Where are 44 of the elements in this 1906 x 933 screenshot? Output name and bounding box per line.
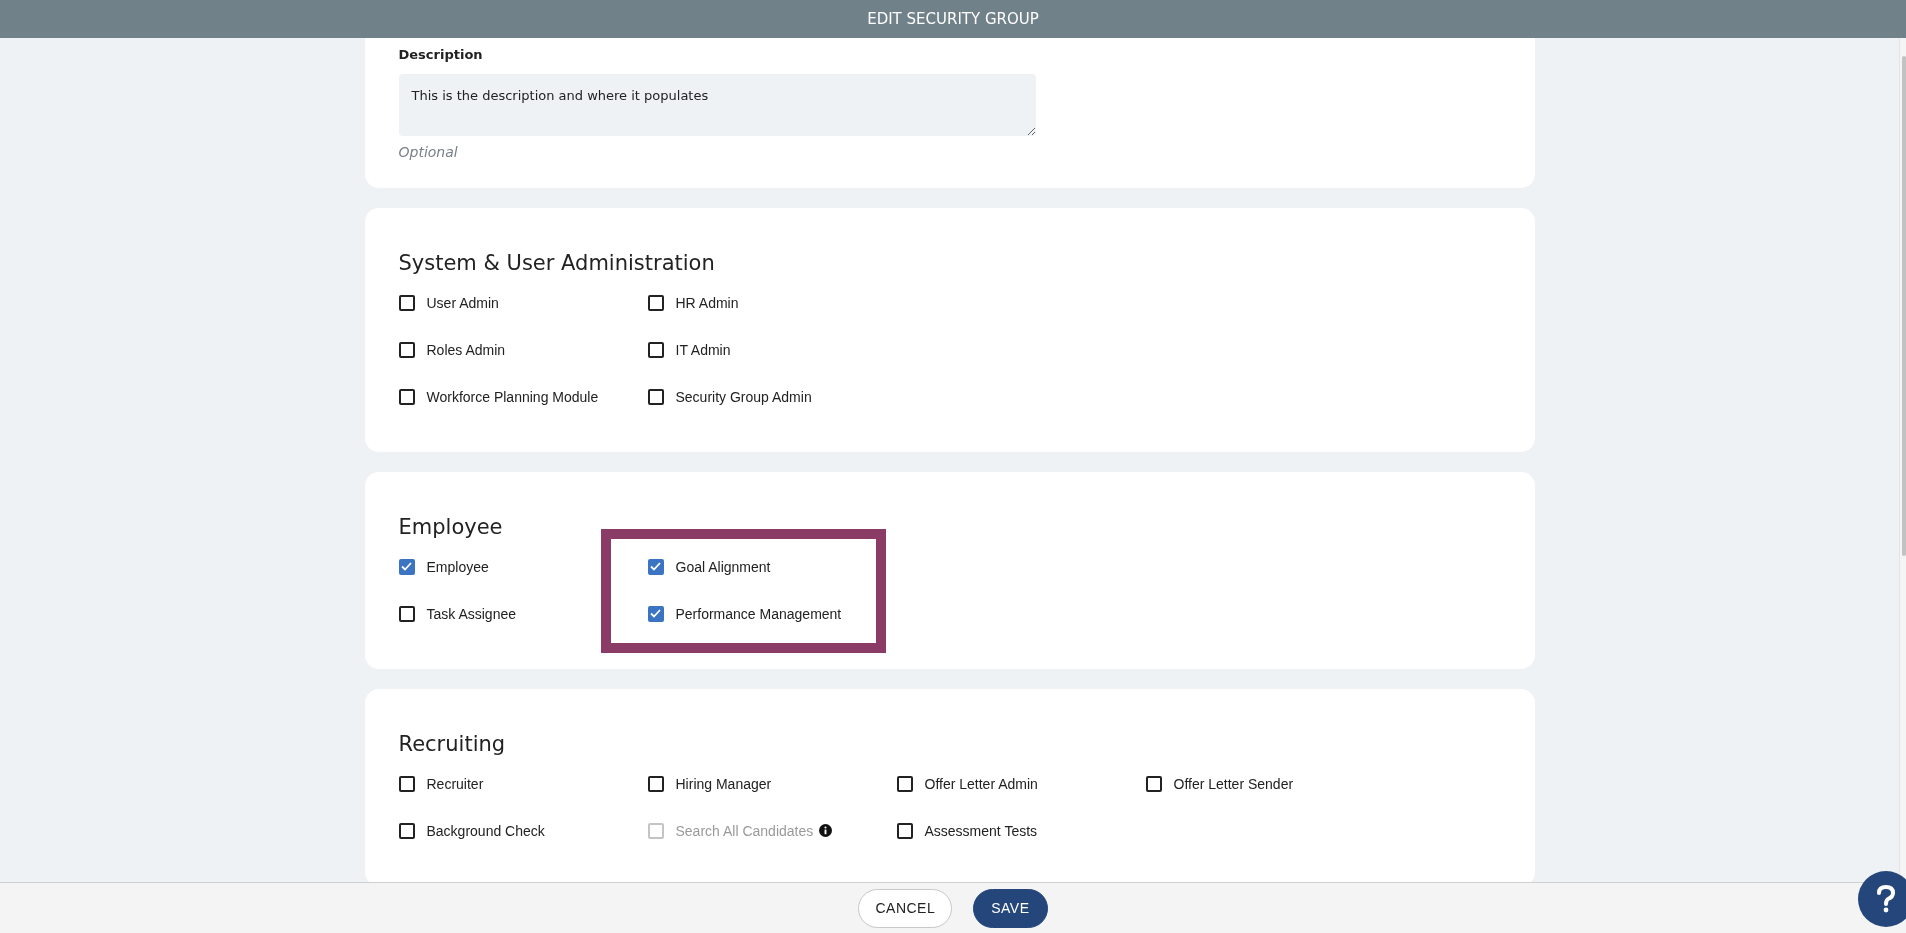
checkbox[interactable] [398, 294, 415, 311]
checkbox[interactable] [647, 558, 664, 575]
checkbox-label: Roles Admin [426, 341, 506, 358]
checkbox-label: IT Admin [675, 341, 731, 358]
checkbox-label: Security Group Admin [675, 388, 812, 405]
section-title: Employee [398, 515, 504, 539]
checkbox-label: Task Assignee [426, 605, 516, 622]
checkbox[interactable] [647, 388, 664, 405]
checkbox-label: Performance Management [675, 605, 842, 622]
checkbox-label: Assessment Tests [924, 822, 1038, 839]
checkbox[interactable] [398, 341, 415, 358]
checkbox-label: Hiring Manager [675, 775, 772, 792]
checkbox[interactable] [398, 605, 415, 622]
description-field[interactable]: This is the description and where it populates [398, 74, 1036, 136]
section-title: System & User Administration [398, 251, 716, 275]
field-hint: Optional [398, 144, 459, 160]
save-button[interactable]: SAVE [973, 888, 1048, 928]
checkbox-label: Employee [426, 558, 489, 575]
checkbox-label: Offer Letter Admin [924, 775, 1038, 792]
checkbox[interactable] [398, 822, 415, 839]
checkbox[interactable] [398, 558, 415, 575]
checkbox-label: Recruiter [426, 775, 484, 792]
section-title: Recruiting [398, 732, 507, 756]
checkbox-label: Background Check [426, 822, 545, 839]
dialog-title: EDIT SECURITY GROUP [867, 10, 1039, 28]
checkbox-label: Goal Alignment [675, 558, 771, 575]
help-button[interactable] [1858, 871, 1906, 927]
field-label: Description [398, 47, 484, 62]
checkbox[interactable] [647, 605, 664, 622]
help-icon [1875, 884, 1897, 914]
checkbox[interactable] [647, 775, 664, 792]
checkbox[interactable] [398, 388, 415, 405]
checkbox-label: HR Admin [675, 294, 739, 311]
checkbox[interactable] [1145, 775, 1162, 792]
checkbox-label: Search All Candidates [675, 822, 814, 839]
checkbox-label: Workforce Planning Module [426, 388, 599, 405]
cancel-button[interactable]: CANCEL [858, 888, 953, 928]
checkbox[interactable] [647, 341, 664, 358]
checkbox[interactable] [398, 775, 415, 792]
checkbox-label: User Admin [426, 294, 499, 311]
checkbox[interactable] [896, 822, 913, 839]
checkbox-label: Offer Letter Sender [1173, 775, 1294, 792]
checkbox[interactable] [896, 775, 913, 792]
checkbox[interactable] [647, 294, 664, 311]
